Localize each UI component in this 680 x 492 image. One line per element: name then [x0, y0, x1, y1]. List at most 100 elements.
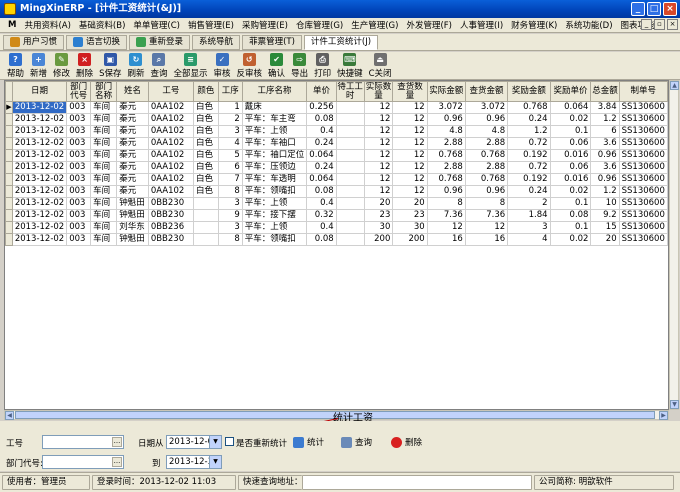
- table-cell[interactable]: 2: [507, 197, 551, 210]
- date-to-picker[interactable]: 2013-12-31 ▼: [166, 455, 222, 469]
- table-cell[interactable]: 003: [66, 197, 92, 210]
- toolbar-button-4[interactable]: ▣ S保存: [96, 52, 124, 79]
- table-cell[interactable]: [335, 101, 365, 114]
- table-cell[interactable]: [335, 221, 365, 234]
- scroll-right-icon[interactable]: ▶: [659, 411, 668, 420]
- stat-button[interactable]: 统计: [293, 436, 324, 448]
- tab-5[interactable]: 计件工资统计(J): [303, 34, 379, 50]
- table-cell[interactable]: 3: [217, 125, 243, 138]
- table-cell[interactable]: 6: [590, 125, 620, 138]
- table-cell[interactable]: 0.768: [464, 149, 509, 162]
- table-cell[interactable]: 2013-12-02: [11, 137, 68, 150]
- delete-button[interactable]: 删除: [391, 436, 422, 448]
- minimize-button[interactable]: _: [631, 2, 645, 16]
- table-cell[interactable]: 平车：压领边: [241, 161, 308, 174]
- column-header[interactable]: 实际数量: [363, 81, 394, 102]
- table-row[interactable]: 2013-12-02 003 车间 钟魁田 0BB230 8 平车：领嘴扣 0.08 200 20…: [5, 233, 668, 246]
- row-indicator[interactable]: ▶: [5, 101, 13, 114]
- table-cell[interactable]: 2013-12-02: [11, 149, 68, 162]
- table-cell[interactable]: 2013-12-02: [11, 113, 68, 126]
- table-cell[interactable]: 2013-12-02: [11, 185, 68, 198]
- table-cell[interactable]: SS130600: [618, 113, 668, 126]
- column-header[interactable]: 单价: [306, 81, 337, 102]
- table-row[interactable]: 2013-12-02 003 车间 秦元 0AA102 白色 6 平车：压领边 0.24 12 12…: [5, 161, 668, 174]
- table-cell[interactable]: 0.06: [549, 137, 592, 150]
- table-cell[interactable]: 3.6: [590, 137, 620, 150]
- table-cell[interactable]: 8: [217, 185, 243, 198]
- table-cell[interactable]: 003: [66, 173, 92, 186]
- table-cell[interactable]: 12: [363, 101, 394, 114]
- row-indicator[interactable]: [5, 221, 13, 234]
- table-cell[interactable]: 0.72: [507, 137, 551, 150]
- table-cell[interactable]: 12: [464, 221, 509, 234]
- table-cell[interactable]: 0.1: [549, 197, 592, 210]
- table-cell[interactable]: 0.192: [507, 149, 551, 162]
- row-indicator[interactable]: [5, 125, 13, 138]
- table-cell[interactable]: 车间: [90, 137, 118, 150]
- table-cell[interactable]: 平车：上领: [241, 197, 308, 210]
- menu-item-3[interactable]: 销售管理(E): [184, 19, 238, 31]
- table-cell[interactable]: 23: [392, 209, 428, 222]
- table-cell[interactable]: 12: [392, 137, 428, 150]
- table-cell[interactable]: 200: [392, 233, 428, 246]
- table-cell[interactable]: 白色: [192, 173, 219, 186]
- menu-item-0[interactable]: 共用资料(A): [20, 19, 74, 31]
- table-cell[interactable]: 20: [590, 233, 620, 246]
- table-cell[interactable]: 0.08: [549, 209, 592, 222]
- toolbar-button-13[interactable]: ⌨ 快捷键: [334, 52, 366, 79]
- table-cell[interactable]: 0BB236: [147, 221, 194, 234]
- table-cell[interactable]: 0.016: [549, 173, 592, 186]
- table-cell[interactable]: 0.02: [549, 233, 592, 246]
- menu-item-5[interactable]: 仓库管理(G): [292, 19, 347, 31]
- tab-2[interactable]: 重新登录: [129, 34, 191, 50]
- table-cell[interactable]: 2.88: [464, 137, 509, 150]
- table-cell[interactable]: 3.072: [464, 101, 509, 114]
- table-cell[interactable]: 车间: [90, 233, 118, 246]
- table-cell[interactable]: 3.84: [590, 101, 620, 114]
- toolbar-button-9[interactable]: ↺ 反审核: [234, 52, 266, 79]
- table-cell[interactable]: 10: [590, 197, 620, 210]
- row-indicator[interactable]: [5, 161, 13, 174]
- toolbar-button-0[interactable]: ? 帮助: [4, 52, 27, 79]
- table-cell[interactable]: 0AA102: [147, 137, 194, 150]
- toolbar-button-11[interactable]: ⇨ 导出: [288, 52, 311, 79]
- table-cell[interactable]: 9: [217, 209, 243, 222]
- table-cell[interactable]: [335, 113, 365, 126]
- table-cell[interactable]: 平车：车袖口: [241, 137, 308, 150]
- chevron-down-icon[interactable]: ▼: [209, 436, 221, 448]
- column-header[interactable]: 日期: [11, 81, 68, 102]
- table-cell[interactable]: 1.2: [507, 125, 551, 138]
- table-cell[interactable]: 平车：领嘴扣: [241, 185, 308, 198]
- table-cell[interactable]: 2013-12-02: [11, 101, 68, 114]
- table-cell[interactable]: 12: [363, 185, 394, 198]
- table-cell[interactable]: 2.88: [426, 137, 466, 150]
- mdi-restore-button[interactable]: ▫: [654, 19, 665, 30]
- scroll-up-icon[interactable]: ▲: [670, 81, 679, 90]
- table-cell[interactable]: 车间: [90, 209, 118, 222]
- table-cell[interactable]: 12: [392, 161, 428, 174]
- table-row[interactable]: 2013-12-02 003 车间 秦元 0AA102 白色 2 平车：车主弯 0.08 12 12…: [5, 113, 668, 126]
- column-header[interactable]: 奖励金额: [507, 81, 551, 102]
- table-cell[interactable]: 0AA102: [147, 125, 194, 138]
- table-cell[interactable]: 0.96: [590, 173, 620, 186]
- row-indicator[interactable]: [5, 137, 13, 150]
- table-cell[interactable]: 钟魁田: [116, 233, 149, 246]
- table-cell[interactable]: 钟魁田: [116, 209, 149, 222]
- recount-checkbox[interactable]: [225, 437, 234, 446]
- table-cell[interactable]: 秦元: [116, 101, 149, 114]
- table-cell[interactable]: 0.24: [306, 137, 337, 150]
- table-cell[interactable]: 003: [66, 149, 92, 162]
- table-cell[interactable]: 0.08: [306, 113, 337, 126]
- column-header[interactable]: 制单号: [618, 81, 668, 102]
- toolbar-button-14[interactable]: ⏏ C关闭: [366, 52, 395, 79]
- tab-0[interactable]: 用户习惯: [3, 34, 65, 50]
- menu-item-7[interactable]: 外发管理(F): [402, 19, 456, 31]
- table-cell[interactable]: 2013-12-02: [11, 161, 68, 174]
- table-cell[interactable]: [335, 197, 365, 210]
- table-cell[interactable]: 3.072: [426, 101, 466, 114]
- table-cell[interactable]: 平车：上领: [241, 221, 308, 234]
- table-cell[interactable]: 3: [217, 221, 243, 234]
- table-cell[interactable]: 0.768: [464, 173, 509, 186]
- table-cell[interactable]: 7.36: [464, 209, 509, 222]
- table-cell[interactable]: 6: [217, 161, 243, 174]
